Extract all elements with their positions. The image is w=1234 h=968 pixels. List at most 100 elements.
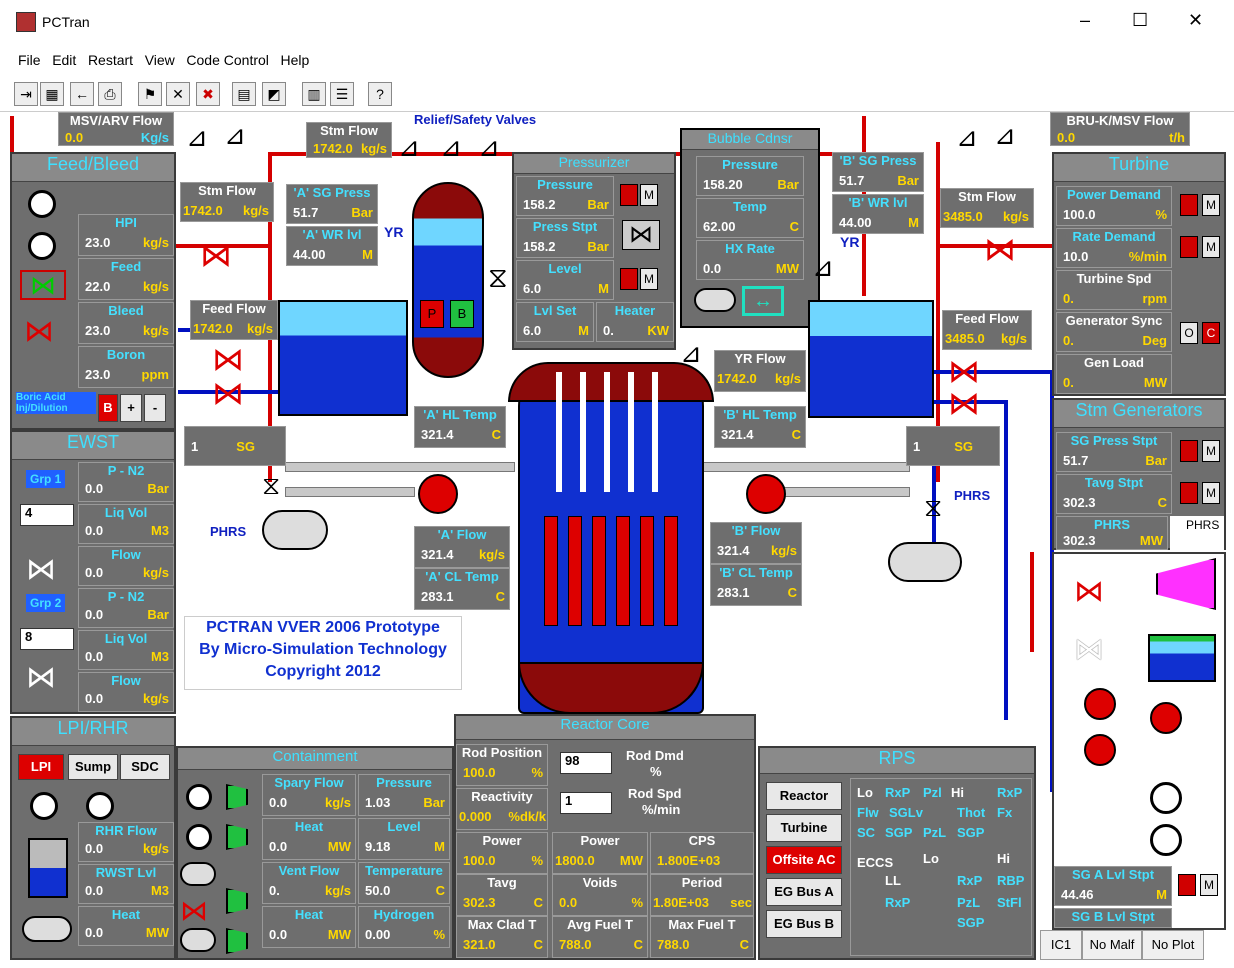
sump-button[interactable]: Sump (68, 754, 118, 780)
sdc-button[interactable]: SDC (120, 754, 170, 780)
trend-icon[interactable]: ◩ (262, 82, 286, 106)
pump-icon[interactable] (30, 792, 58, 820)
eg-bus-a-button[interactable]: EG Bus A (766, 878, 842, 906)
valve-icon[interactable]: ⋈ (180, 894, 208, 927)
relief-valve-icon[interactable]: ⊿ (812, 252, 834, 283)
power-demand-m-button[interactable]: M (1202, 194, 1220, 216)
power-demand-auto-button[interactable] (1180, 194, 1198, 216)
stop-icon[interactable]: ✕ (166, 82, 190, 106)
minimize-button[interactable]: – (1080, 10, 1090, 31)
relief-valve-icon[interactable]: ⊿ (224, 120, 246, 151)
menu-code-control[interactable]: Code Control (186, 52, 269, 68)
heater-p-button[interactable]: P (420, 300, 444, 328)
lpi-button[interactable]: LPI (18, 754, 64, 780)
grp2-spinner[interactable]: 8 (20, 628, 74, 650)
trip-reactor-button[interactable]: Reactor (766, 782, 842, 810)
valve-icon[interactable]: ⋈ (26, 660, 56, 695)
grp1-spinner[interactable]: 4 (20, 504, 74, 526)
condensate-pump-icon[interactable] (1084, 688, 1116, 720)
fan-icon[interactable] (226, 824, 248, 850)
eg-bus-b-button[interactable]: EG Bus B (766, 910, 842, 938)
spray-valve-icon[interactable]: ⋈ (622, 220, 660, 250)
menu-restart[interactable]: Restart (88, 52, 133, 68)
back-icon[interactable]: ← (70, 82, 94, 106)
phrs-valve-icon[interactable]: ⧖ (924, 492, 942, 524)
tavg-m-button[interactable]: M (1202, 482, 1220, 504)
relief-valve-icon[interactable]: ⊿ (956, 122, 978, 153)
run-icon[interactable]: ⚑ (138, 82, 162, 106)
relief-valve-icon[interactable]: ⊿ (398, 132, 420, 163)
exit-icon[interactable]: ⇥ (14, 82, 38, 106)
rcp-b-icon[interactable] (746, 474, 786, 514)
valve-icon[interactable]: ⋈ (212, 374, 244, 412)
relief-valve-icon[interactable]: ⊿ (440, 132, 462, 163)
phrs-radio[interactable]: PHRS (1170, 516, 1224, 550)
rate-demand-auto-button[interactable] (1180, 236, 1198, 258)
tavg-auto-button[interactable] (1180, 482, 1198, 504)
boron-minus-button[interactable]: - (144, 394, 166, 422)
condensate-pump-icon[interactable] (1150, 702, 1182, 734)
valve-icon[interactable]: ⋈ (1074, 574, 1104, 609)
table-icon[interactable]: ▥ (302, 82, 326, 106)
rod-spd-spinner[interactable]: 1 (560, 792, 612, 814)
rcp-a-icon[interactable] (418, 474, 458, 514)
valve-icon[interactable]: ⋈ (26, 552, 56, 587)
fan-icon[interactable] (226, 888, 248, 914)
pump-icon[interactable] (28, 190, 56, 218)
fan-icon[interactable] (226, 784, 248, 810)
gen-close-button[interactable]: C (1202, 322, 1220, 344)
plot-icon[interactable]: ▤ (232, 82, 256, 106)
valve-icon[interactable]: ⋈ (984, 230, 1016, 268)
relief-valve-icon[interactable]: ⊿ (186, 122, 208, 153)
spray-valve-icon[interactable]: ⧖ (488, 262, 508, 295)
spray-pump-icon[interactable] (186, 824, 212, 850)
offsite-ac-button[interactable]: Offsite AC (766, 846, 842, 874)
help-icon[interactable]: ? (368, 82, 392, 106)
valve-icon[interactable]: ⋈ (212, 340, 244, 378)
pzr-level-auto-button[interactable] (620, 268, 638, 290)
feedwater-pump-icon[interactable] (1084, 734, 1116, 766)
aux-feed-pump-icon[interactable] (1150, 824, 1182, 856)
menu-view[interactable]: View (145, 52, 175, 68)
window-title: PCTran (42, 14, 90, 30)
sg-a-lvl-m-button[interactable]: M (1200, 874, 1218, 896)
menu-file[interactable]: File (18, 52, 41, 68)
pzr-pressure-m-button[interactable]: M (640, 184, 658, 206)
menu-edit[interactable]: Edit (52, 52, 76, 68)
malfunction-icon[interactable]: ✖ (196, 82, 220, 106)
rate-demand-m-button[interactable]: M (1202, 236, 1220, 258)
trip-turbine-button[interactable]: Turbine (766, 814, 842, 842)
title-bar: PCTran – ☐ ✕ (0, 0, 1234, 44)
sg-press-m-button[interactable]: M (1202, 440, 1220, 462)
valve-icon[interactable]: ⋈ (200, 236, 232, 274)
pzr-level-m-button[interactable]: M (640, 268, 658, 290)
bc-cooler-icon[interactable]: ↔ (742, 286, 784, 316)
rod-dmd-spinner[interactable]: 98 (560, 752, 612, 774)
pump-icon[interactable] (86, 792, 114, 820)
pump-icon[interactable] (28, 232, 56, 260)
pzr-pressure-auto-button[interactable] (620, 184, 638, 206)
gen-open-button[interactable]: O (1180, 322, 1198, 344)
valve-icon[interactable]: ⋈ (948, 384, 980, 422)
print-icon[interactable]: ⎙ (98, 82, 122, 106)
relief-valve-icon[interactable]: ⊿ (680, 338, 702, 369)
heater-b-button[interactable]: B (450, 300, 474, 328)
relief-valve-icon[interactable]: ⊿ (994, 120, 1016, 151)
aux-feed-pump-icon[interactable] (1150, 782, 1182, 814)
valve-icon[interactable]: ⋈ (20, 270, 66, 300)
close-button[interactable]: ✕ (1188, 10, 1203, 31)
sg-press-auto-button[interactable] (1180, 440, 1198, 462)
valve-icon[interactable]: ⋈ (1074, 632, 1104, 667)
valve-icon[interactable]: ⋈ (24, 314, 54, 349)
phrs-valve-icon[interactable]: ⧖ (262, 470, 280, 502)
spray-pump-icon[interactable] (186, 784, 212, 810)
maximize-button[interactable]: ☐ (1132, 10, 1148, 31)
relief-valve-icon[interactable]: ⊿ (478, 132, 500, 163)
boron-b-button[interactable]: B (98, 394, 118, 422)
fan-icon[interactable] (226, 928, 248, 954)
menu-help[interactable]: Help (281, 52, 310, 68)
snapshot-icon[interactable]: ▦ (40, 82, 64, 106)
list-icon[interactable]: ☰ (330, 82, 354, 106)
sg-a-lvl-auto-button[interactable] (1178, 874, 1196, 896)
boron-plus-button[interactable]: + (120, 394, 142, 422)
